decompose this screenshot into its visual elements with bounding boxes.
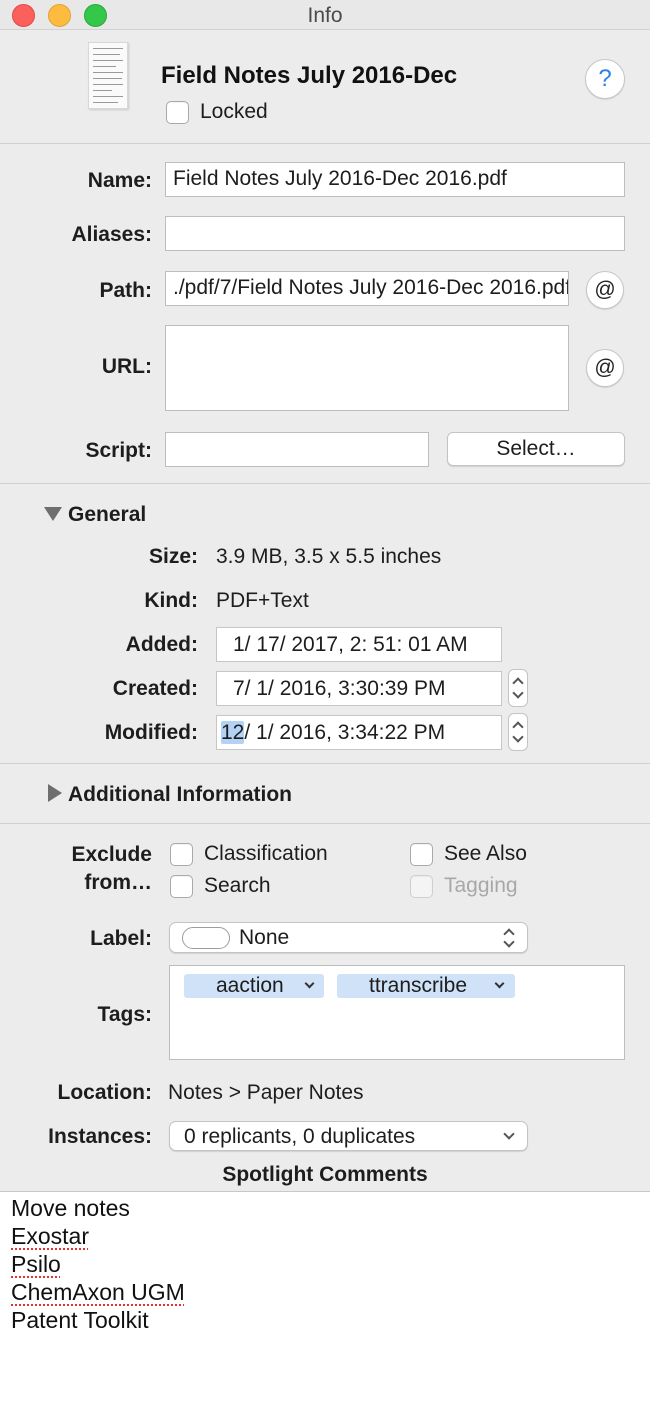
- label-popup-button[interactable]: None: [169, 922, 528, 953]
- window-title: Info: [307, 4, 343, 27]
- modified-date-rest: / 1/ 2016, 3:34:22 PM: [244, 721, 446, 744]
- divider: [0, 763, 650, 764]
- size-label: Size:: [148, 545, 198, 568]
- help-button[interactable]: ?: [585, 59, 625, 99]
- url-at-button[interactable]: @: [586, 349, 624, 387]
- location-label: Location:: [57, 1081, 153, 1104]
- instances-popup-button[interactable]: 0 replicants, 0 duplicates: [169, 1121, 528, 1151]
- additional-disclosure-triangle[interactable]: [48, 784, 62, 802]
- comment-line: Patent Toolkit: [11, 1307, 149, 1333]
- locked-label: Locked: [200, 100, 268, 123]
- modified-month-selection[interactable]: 12: [221, 721, 245, 744]
- url-field[interactable]: [165, 325, 569, 411]
- kind-value: PDF+Text: [216, 589, 309, 612]
- modified-label: Modified:: [104, 721, 198, 744]
- modified-date-field[interactable]: 12/ 1/ 2016, 3:34:22 PM: [216, 715, 502, 750]
- exclude-classification-checkbox[interactable]: [170, 843, 193, 866]
- chevron-down-icon[interactable]: [304, 978, 315, 989]
- tags-label: Tags:: [97, 1003, 152, 1026]
- instances-value: 0 replicants, 0 duplicates: [184, 1125, 416, 1148]
- exclude-see-also-checkbox[interactable]: [410, 843, 433, 866]
- spotlight-comments-title: Spotlight Comments: [222, 1163, 428, 1186]
- divider: [0, 823, 650, 824]
- comment-line: ChemAxon UGM: [11, 1279, 185, 1305]
- script-label: Script:: [85, 439, 152, 462]
- exclude-label: Exclude: [71, 843, 152, 866]
- label-color-swatch: [182, 927, 230, 949]
- up-down-chevron-icon: [503, 927, 515, 949]
- kind-label: Kind:: [144, 589, 198, 612]
- aliases-label: Aliases:: [71, 223, 152, 246]
- created-date-stepper[interactable]: [508, 669, 528, 707]
- label-label: Label:: [90, 927, 152, 950]
- path-field[interactable]: ./pdf/7/Field Notes July 2016-Dec 2016.p…: [165, 271, 569, 306]
- tag-token[interactable]: ttranscribe: [337, 974, 515, 998]
- tags-field[interactable]: aaction ttranscribe: [169, 965, 625, 1060]
- added-label: Added:: [125, 633, 198, 656]
- location-value: Notes > Paper Notes: [168, 1081, 364, 1104]
- path-label: Path:: [99, 279, 153, 302]
- comment-line: Psilo: [11, 1251, 61, 1277]
- exclude-tagging-checkbox: [410, 875, 433, 898]
- additional-section-title[interactable]: Additional Information: [68, 783, 292, 807]
- size-value: 3.9 MB, 3.5 x 5.5 inches: [216, 545, 442, 568]
- divider: [0, 483, 650, 484]
- comment-line: Move notes: [11, 1195, 130, 1221]
- divider: [0, 143, 650, 144]
- exclude-tagging-label: Tagging: [444, 874, 518, 897]
- path-at-button[interactable]: @: [586, 271, 624, 309]
- url-label: URL:: [101, 355, 152, 378]
- name-field[interactable]: Field Notes July 2016-Dec 2016.pdf: [165, 162, 625, 197]
- modified-date-stepper[interactable]: [508, 713, 528, 751]
- tag-text: aaction: [216, 974, 284, 997]
- select-script-button[interactable]: Select…: [447, 432, 625, 466]
- title-bar: Info: [0, 0, 650, 30]
- exclude-search-checkbox[interactable]: [170, 875, 193, 898]
- name-label: Name:: [87, 169, 152, 192]
- chevron-down-icon[interactable]: [494, 978, 505, 989]
- created-date-field[interactable]: 7/ 1/ 2016, 3:30:39 PM: [216, 671, 502, 706]
- script-field[interactable]: [165, 432, 429, 467]
- exclude-label-from: from…: [84, 871, 152, 894]
- general-section-title[interactable]: General: [68, 503, 146, 527]
- chevron-down-icon: [503, 1128, 515, 1140]
- aliases-field[interactable]: [165, 216, 625, 251]
- general-disclosure-triangle[interactable]: [44, 507, 62, 521]
- exclude-see-also-label: See Also: [444, 842, 527, 865]
- comment-line: Exostar: [11, 1223, 89, 1249]
- exclude-classification-label: Classification: [204, 842, 328, 865]
- spotlight-comments-textarea[interactable]: Move notes Exostar Psilo ChemAxon UGM Pa…: [0, 1191, 650, 1410]
- label-popup-value: None: [239, 926, 290, 949]
- exclude-search-label: Search: [204, 874, 271, 897]
- created-label: Created:: [112, 677, 198, 700]
- added-date-field: 1/ 17/ 2017, 2: 51: 01 AM: [216, 627, 502, 662]
- document-title: Field Notes July 2016-Dec: [161, 62, 458, 89]
- document-thumbnail: [88, 42, 128, 109]
- locked-checkbox[interactable]: [166, 101, 189, 124]
- tag-token[interactable]: aaction: [184, 974, 324, 998]
- instances-label: Instances:: [48, 1125, 152, 1148]
- tag-text: ttranscribe: [369, 974, 468, 997]
